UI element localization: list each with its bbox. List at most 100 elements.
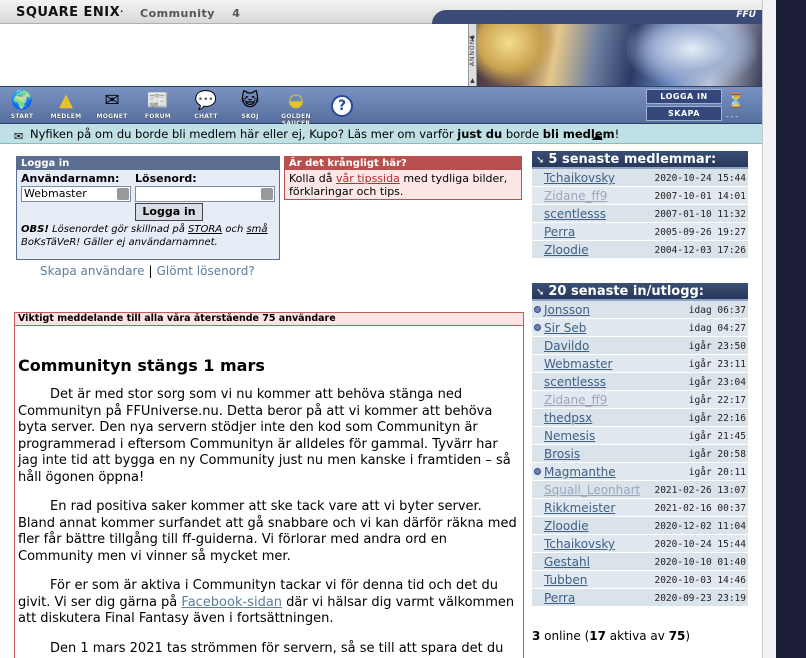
latest-logins-title: ➘ 20 senaste in/utlogg:	[532, 283, 748, 301]
timestamp: igår 23:50	[688, 341, 746, 352]
user-link[interactable]: Rikkmeister	[544, 501, 615, 515]
list-item: thedpsx igår 22:16	[532, 409, 748, 427]
user-link[interactable]: Zidane_ff9	[544, 393, 607, 407]
user-link[interactable]: Tchaikovsky	[544, 171, 615, 185]
list-item: scentlesss 2007-01-10 11:32	[532, 205, 748, 223]
list-item: Zloodie 2020-12-02 11:04	[532, 517, 748, 535]
username-input[interactable]: Webmaster	[21, 186, 131, 202]
user-link[interactable]: Perra	[544, 225, 575, 239]
nav-chatt[interactable]: 💬 CHATT	[186, 89, 226, 123]
login-notice: OBS! Lösenordet gör skillnad på STORA oc…	[21, 224, 268, 248]
list-item: Gestahl 2020-10-10 01:40	[532, 553, 748, 571]
timestamp: idag 04:27	[688, 323, 746, 334]
nav-skoj[interactable]: 😺 SKOJ	[230, 89, 270, 123]
user-link[interactable]: Squall_Leonhart	[544, 483, 640, 497]
user-link[interactable]: Zidane_ff9	[544, 189, 607, 203]
user-link[interactable]: Gestahl	[544, 555, 590, 569]
status-dots: - - -	[726, 113, 739, 121]
mail-icon: ✉	[14, 130, 24, 143]
ffu-tab: FFU	[432, 10, 762, 24]
help-icon[interactable]: ?	[331, 95, 353, 117]
timestamp: 2020-10-24 15:44	[654, 173, 746, 184]
user-link[interactable]: Magmanthe	[544, 465, 616, 479]
globe-icon: 🌍	[10, 90, 34, 111]
announcement: Viktigt meddelande till alla våra återst…	[14, 312, 524, 658]
list-item: Perra 2020-09-23 23:19	[532, 589, 748, 607]
login-box: Logga in Användarnamn: Lösenord: Webmast…	[16, 156, 280, 260]
timestamp: 2020-10-24 15:44	[654, 539, 746, 550]
user-link[interactable]: Perra	[544, 591, 575, 605]
user-link[interactable]: Jonsson	[544, 303, 590, 317]
timestamp: idag 06:37	[688, 305, 746, 316]
character-art-right	[627, 24, 757, 86]
timestamp: 2004-12-03 17:26	[654, 245, 746, 256]
announcement-paragraph: En rad positiva saker kommer att ske tac…	[18, 499, 517, 564]
login-nav-button[interactable]: LOGGA IN	[646, 89, 722, 104]
list-item: Zloodie 2004-12-03 17:26	[532, 241, 748, 259]
tips-box: Är det krångligt här? Kolla då vår tipss…	[284, 156, 522, 200]
timestamp: 2020-09-23 23:19	[654, 593, 746, 604]
user-link[interactable]: scentlesss	[544, 207, 606, 221]
list-item: Squall_Leonhart 2021-02-26 13:07	[532, 481, 748, 499]
page-edge	[776, 0, 806, 658]
info-text[interactable]: Nyfiken på om du borde bli medlem här el…	[30, 124, 619, 144]
online-status: 3 online (17 aktiva av 75)	[532, 629, 691, 643]
ad-down-arrow-icon: ▼	[469, 76, 476, 84]
password-input[interactable]	[135, 186, 275, 202]
register-nav-button[interactable]: SKAPA	[646, 106, 722, 121]
user-link[interactable]: Brosis	[544, 447, 580, 461]
nav-medlem[interactable]: ▲ MEDLEM	[46, 89, 86, 123]
ffu-logo[interactable]: FFU	[736, 10, 756, 20]
user-link[interactable]: Tubben	[544, 573, 587, 587]
timestamp: igår 21:45	[688, 431, 746, 442]
timestamp: igår 20:11	[688, 467, 746, 478]
login-title: Logga in	[17, 157, 279, 170]
online-dot-icon	[534, 306, 541, 313]
account-links: Skapa användare | Glömt lösenord?	[40, 264, 255, 278]
user-link[interactable]: Sir Seb	[544, 321, 586, 335]
tips-link[interactable]: vår tipssida	[336, 172, 400, 185]
user-link[interactable]: Webmaster	[544, 357, 612, 371]
list-item: Perra 2005-09-26 19:27	[532, 223, 748, 241]
keyring-icon	[261, 188, 273, 200]
forgot-password-link[interactable]: Glömt lösenord?	[157, 264, 255, 278]
user-link[interactable]: Davildo	[544, 339, 589, 353]
banner-image[interactable]	[477, 24, 762, 86]
arrow-icon: ➘	[536, 287, 545, 298]
nav-forum[interactable]: 📰 FORUM	[138, 89, 178, 123]
user-link[interactable]: Zloodie	[544, 243, 589, 257]
user-link[interactable]: Tchaikovsky	[544, 537, 615, 551]
user-link[interactable]: Zloodie	[544, 519, 589, 533]
brand-logo[interactable]: SQUARE ENIX.	[16, 5, 124, 20]
timestamp: igår 23:04	[688, 377, 746, 388]
nav-golden-saucer[interactable]: ◒GOLDEN SAUCER	[276, 89, 316, 127]
banner-blank	[0, 24, 468, 86]
nav-start[interactable]: 🌍 START	[2, 89, 42, 123]
top-bar: SQUARE ENIX. Community 4 FFU	[0, 0, 762, 24]
scrollbar-track[interactable]	[762, 0, 776, 658]
user-link[interactable]: scentlesss	[544, 375, 606, 389]
tips-text: Kolla då vår tipssida med tydliga bilder…	[289, 172, 508, 198]
moogle-icon: ✉	[104, 90, 120, 111]
announcement-paragraph: För er som är aktiva i Communityn tackar…	[18, 578, 515, 626]
list-item: Tchaikovsky 2020-10-24 15:44	[532, 535, 748, 553]
moogle-icon: ☁	[591, 129, 603, 143]
nav-mognet[interactable]: ✉ MOGNET	[92, 89, 132, 123]
facebook-link[interactable]: Facebook-sidan	[181, 595, 282, 610]
create-user-link[interactable]: Skapa användare	[40, 264, 145, 278]
username-label: Användarnamn:	[21, 172, 120, 185]
list-item: Tubben 2020-10-03 14:46	[532, 571, 748, 589]
user-link[interactable]: thedpsx	[544, 411, 592, 425]
list-item: Magmanthe igår 20:11	[532, 463, 748, 481]
login-button[interactable]: Logga in	[135, 203, 203, 221]
timestamp: igår 22:16	[688, 413, 746, 424]
timestamp: 2005-09-26 19:27	[654, 227, 746, 238]
list-item: Davildo igår 23:50	[532, 337, 748, 355]
user-link[interactable]: Nemesis	[544, 429, 595, 443]
list-item: Sir Seb idag 04:27	[532, 319, 748, 337]
latest-members: ➘ 5 senaste medlemmar: Tchaikovsky 2020-10…	[532, 151, 748, 259]
arrow-icon: ➘	[536, 155, 545, 166]
joke-icon: 😺	[240, 90, 260, 111]
list-item: Nemesis igår 21:45	[532, 427, 748, 445]
announcement-header: Viktigt meddelande till alla våra återst…	[15, 313, 523, 326]
